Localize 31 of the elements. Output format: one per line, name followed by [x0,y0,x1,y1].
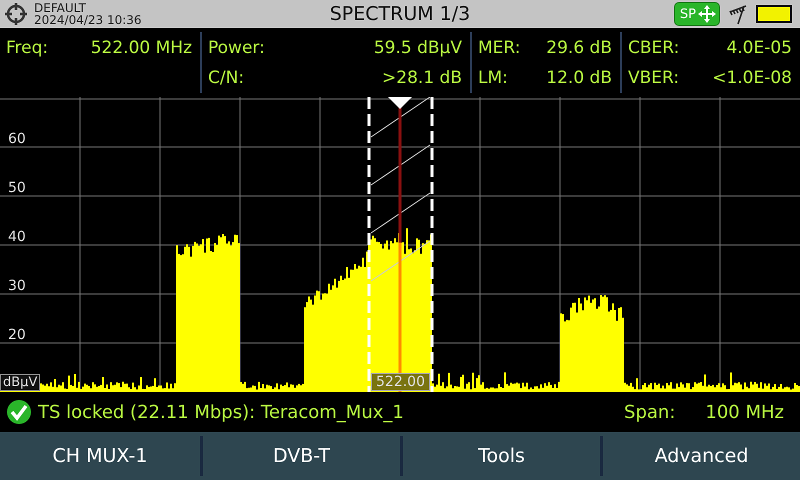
span-value: 100 MHz [705,402,784,422]
measurement-label: C/N: [208,67,244,90]
measurement-label: MER: [478,37,520,60]
date-time: 2024/04/23 10:36 [34,14,142,26]
profile-name: DEFAULT [34,2,87,14]
axis-tick-label: 50 [8,180,26,196]
measurement-value: 4.0E-05 [726,37,792,60]
marker-triangle-icon [388,97,412,109]
measurement-label: Power: [208,37,265,60]
axis-tick-label: 20 [8,327,26,343]
measurement-value: 522.00 MHz [90,37,192,60]
span-label: Span: [624,402,676,422]
crosshair-icon [4,2,28,26]
marker-frequency-label: 522.00 [371,373,430,391]
move-arrows-icon [698,5,716,23]
axis-tick-label: 40 [8,229,26,245]
measurement-label: VBER: [628,67,680,90]
measurement-value: 12.0 dB [546,67,612,90]
measurement-value: <1.0E-08 [712,67,792,90]
measurement-label: LM: [478,67,508,90]
measurement-value: 29.6 dB [546,37,612,60]
lock-status-text: TS locked (22.11 Mbps): Teracom_Mux_1 [38,402,404,422]
battery-icon [756,5,792,23]
axis-unit-label: dBµV [0,374,40,391]
axis-tick-label: 60 [8,131,26,147]
screen-title: SPECTRUM 1/3 [330,3,470,25]
measurement-value: >28.1 dB [382,67,462,90]
measurement-value: 59.5 dBµV [374,37,462,60]
axis-tick-label: 30 [8,278,26,294]
measurement-label: Freq: [6,37,48,60]
measurement-label: CBER: [628,37,680,60]
